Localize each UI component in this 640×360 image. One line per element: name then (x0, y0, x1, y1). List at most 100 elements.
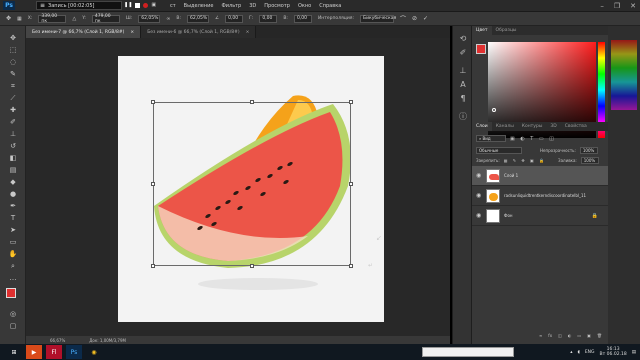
network-icon[interactable]: ▴ (570, 350, 572, 355)
eye-icon[interactable]: ◉ (476, 172, 482, 179)
link-layers-icon[interactable]: ∞ (539, 333, 542, 338)
history-panel-icon[interactable]: ⟲ (458, 34, 468, 44)
new-layer-icon[interactable]: ▣ (587, 333, 591, 338)
menu-item-help[interactable]: Справка (319, 3, 341, 9)
healing-tool-icon[interactable]: ✚ (8, 106, 18, 114)
hand-tool-icon[interactable]: ✋ (8, 250, 18, 258)
blur-tool-icon[interactable]: ◆ (8, 178, 18, 186)
move-tool-icon[interactable]: ✥ (6, 15, 11, 22)
layer-name[interactable]: radsunliquidtrentkerndiscoordinatelbl_11 (504, 193, 586, 198)
tab-swatches[interactable]: Образцы (492, 26, 521, 35)
transform-handle[interactable] (151, 100, 155, 104)
menu-item-view[interactable]: Просмотр (264, 3, 290, 9)
eyedropper-tool-icon[interactable]: ⟋ (8, 94, 18, 102)
lock-icon[interactable]: 🔒 (592, 213, 598, 219)
brush-tool-icon[interactable]: ✐ (8, 118, 18, 126)
camera-icon[interactable]: ▣ (151, 2, 156, 8)
adjustment-icon[interactable]: ◐ (568, 333, 572, 338)
layer-row[interactable]: ◉ Слой 1 (472, 166, 608, 186)
dodge-tool-icon[interactable]: ● (8, 190, 18, 198)
browser-icon[interactable]: ◉ (86, 345, 102, 359)
tab-document-7[interactable]: Без имени-7 @ 66,7% (Слой 1, RGB/8#) × (26, 26, 142, 38)
tab-channels[interactable]: Каналы (492, 122, 518, 131)
menu-icon[interactable]: ≡ (40, 2, 45, 9)
close-icon[interactable]: × (130, 30, 134, 35)
eraser-tool-icon[interactable]: ◧ (8, 154, 18, 162)
close-icon[interactable]: × (246, 30, 250, 35)
more-tools-icon[interactable]: … (8, 274, 18, 282)
transform-handle[interactable] (349, 100, 353, 104)
menu-item-3d[interactable]: 3D (249, 3, 256, 9)
tab-layers[interactable]: Слои (472, 122, 492, 131)
layer-kind-filter[interactable]: ⌕ Вид (476, 135, 506, 142)
angle-field[interactable]: 0,00 (225, 14, 244, 23)
cancel-transform-icon[interactable]: ⊘ (412, 15, 417, 22)
opacity-field[interactable]: 100% (579, 147, 598, 154)
paragraph-panel-icon[interactable]: ¶ (458, 94, 468, 104)
tab-3d[interactable]: 3D (546, 122, 560, 131)
layer-row[interactable]: ◉ Фон 🔒 (472, 206, 608, 226)
menu-item-partial[interactable]: ст (170, 3, 176, 9)
color-swatches[interactable] (6, 288, 22, 304)
foreground-color[interactable] (6, 288, 16, 298)
info-panel-icon[interactable]: ⓘ (458, 112, 468, 122)
layer-name[interactable]: Фон (504, 213, 513, 218)
minimize-icon[interactable]: – (600, 2, 604, 10)
group-icon[interactable]: ▭ (577, 333, 581, 338)
lasso-tool-icon[interactable]: ◌ (8, 58, 18, 66)
layer-row[interactable]: ◉ radsunliquidtrentkerndiscoordinatelbl_… (472, 186, 608, 206)
app-icon-1[interactable]: ▶ (26, 345, 42, 359)
notifications-icon[interactable]: ▤ (632, 350, 636, 355)
eye-icon[interactable]: ◉ (476, 212, 482, 219)
zoom-level[interactable]: 66,67% (50, 338, 65, 343)
menu-item-select[interactable]: Выделение (184, 3, 214, 9)
pen-tool-icon[interactable]: ✒ (8, 202, 18, 210)
windows-start-icon[interactable]: ⊞ (6, 345, 22, 359)
type-tool-icon[interactable]: T (8, 214, 18, 222)
zoom-tool-icon[interactable]: ⌕ (8, 262, 18, 270)
fill-field[interactable]: 100% (580, 157, 599, 164)
transform-handle[interactable] (250, 264, 254, 268)
tab-properties[interactable]: Свойства (561, 122, 591, 131)
stamp-tool-icon[interactable]: ⊥ (8, 130, 18, 138)
character-panel-icon[interactable]: A (458, 80, 468, 90)
v-skew-field[interactable]: 0,00 (293, 14, 312, 23)
quick-mask-icon[interactable]: ◎ (8, 310, 18, 318)
delete-layer-icon[interactable]: 🗑 (597, 333, 602, 338)
close-icon[interactable]: ✕ (630, 2, 636, 10)
menu-item-filter[interactable]: Фильтр (221, 3, 241, 9)
transform-handle[interactable] (349, 182, 353, 186)
recorder-widget[interactable]: ≡ Запись [00:02:05] (36, 1, 122, 10)
blend-mode-select[interactable]: Обычные (476, 147, 522, 154)
filter-icons[interactable]: ▣ ◐ T ▭ ◫ (510, 136, 556, 142)
lock-icons[interactable]: ▦ ✎ ✥ ▣ 🔒 (504, 158, 546, 163)
panel-foreground-swatch[interactable] (476, 44, 486, 54)
pause-icon[interactable]: ❚❚ (124, 2, 132, 8)
reference-point-icon[interactable]: ▦ (17, 16, 22, 22)
clone-panel-icon[interactable]: ⊥ (458, 66, 468, 76)
history-brush-icon[interactable]: ↺ (8, 142, 18, 150)
layer-name[interactable]: Слой 1 (504, 173, 518, 178)
shape-tool-icon[interactable]: ▭ (8, 238, 18, 246)
tab-document-6[interactable]: Без имени-6 @ 66,7% (Слой 1, RGB/8#) × (141, 26, 257, 38)
path-select-tool-icon[interactable]: ➤ (8, 226, 18, 234)
eye-icon[interactable]: ◉ (476, 192, 482, 199)
volume-icon[interactable]: ◖ (577, 350, 579, 355)
mask-icon[interactable]: ◫ (558, 333, 562, 338)
record-icon[interactable] (143, 2, 149, 8)
maximize-icon[interactable]: ❐ (614, 2, 620, 10)
quick-select-tool-icon[interactable]: ✎ (8, 70, 18, 78)
app-icon-2[interactable]: Fl (46, 345, 62, 359)
warp-icon[interactable]: ⌒ (400, 14, 406, 23)
brush-panel-icon[interactable]: ✐ (458, 48, 468, 58)
menu-item-window[interactable]: Окно (298, 3, 311, 9)
transform-box[interactable] (151, 100, 353, 268)
marquee-tool-icon[interactable]: ⬚ (8, 46, 18, 54)
transform-handle[interactable] (349, 264, 353, 268)
commit-transform-icon[interactable]: ✓ (423, 15, 428, 22)
transform-handle[interactable] (151, 182, 155, 186)
stop-icon[interactable] (135, 2, 141, 8)
clock[interactable]: 16:13 Вт 06.02.18 (600, 347, 627, 357)
gradient-tool-icon[interactable]: ▤ (8, 166, 18, 174)
tab-paths[interactable]: Контуры (518, 122, 547, 131)
